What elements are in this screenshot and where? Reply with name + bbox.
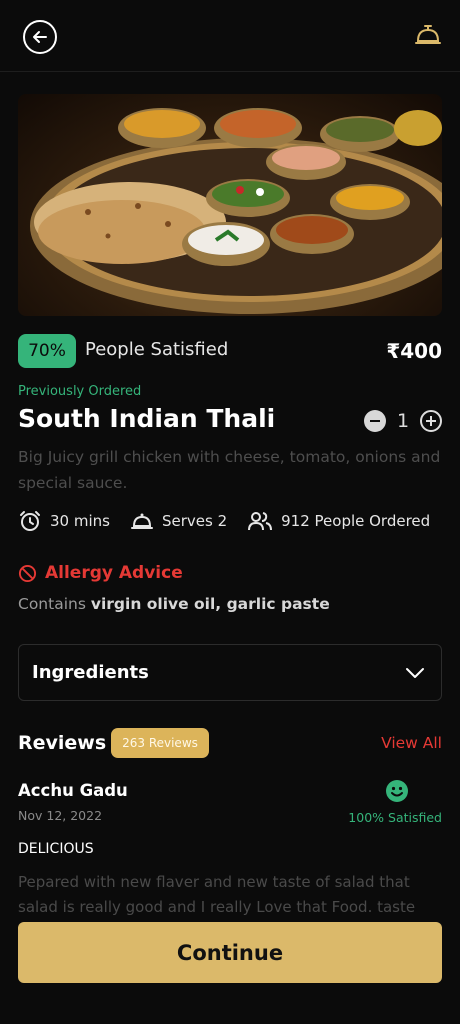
increase-quantity-button[interactable]	[420, 410, 442, 432]
reviewer-name: Acchu Gadu	[18, 781, 128, 800]
review-body: Pepared with new flaver and new taste of…	[18, 873, 416, 916]
continue-button[interactable]: Continue	[18, 922, 442, 983]
top-bar	[0, 0, 460, 72]
serves-label: Serves 2	[161, 512, 228, 530]
smiley-face-icon	[386, 780, 408, 802]
previously-ordered-label: Previously Ordered	[18, 384, 142, 399]
allergy-prefix: Contains	[18, 595, 91, 613]
reviews-title: Reviews	[18, 732, 107, 754]
allergy-items: virgin olive oil, garlic paste	[90, 595, 330, 613]
review-satisfied-label: 100% Satisfied	[348, 810, 442, 825]
quantity-value: 1	[396, 410, 410, 432]
prohibited-icon	[18, 564, 37, 582]
dish-price: ₹400	[386, 339, 442, 363]
quantity-stepper: 1	[364, 410, 442, 432]
prep-time-label: 30 mins	[50, 512, 110, 530]
minus-icon	[370, 420, 380, 422]
dish-photo	[18, 94, 442, 316]
review-headline: DELICIOUS	[18, 841, 94, 857]
dish-title: South Indian Thali	[18, 404, 276, 433]
prep-time: 30 mins	[18, 509, 110, 533]
ingredients-accordion[interactable]: Ingredients	[18, 644, 442, 701]
allergy-advice-heading: Allergy Advice	[18, 563, 183, 583]
people-ordered: 912 People Ordered	[247, 510, 430, 532]
allergy-title: Allergy Advice	[45, 563, 183, 583]
back-button[interactable]	[23, 20, 57, 54]
dish-meta-row: 30 mins Serves 2 912 People Ordered	[18, 508, 442, 534]
alarm-clock-icon	[20, 511, 40, 531]
service-bell-icon[interactable]	[414, 22, 442, 48]
arrow-left-icon	[33, 31, 47, 43]
cloche-icon	[130, 513, 153, 529]
serves: Serves 2	[130, 510, 227, 532]
decrease-quantity-button[interactable]	[364, 410, 386, 432]
satisfaction-percent-badge: 70%	[18, 334, 76, 368]
reviews-count-badge: 263 Reviews	[111, 728, 209, 758]
satisfaction-label: People Satisfied	[85, 339, 229, 360]
people-ordered-label: 912 People Ordered	[281, 512, 431, 530]
ingredients-label: Ingredients	[32, 662, 149, 683]
thali-illustration	[30, 108, 442, 314]
view-all-reviews-link[interactable]: View All	[381, 734, 442, 752]
people-icon	[248, 512, 273, 531]
allergy-details: Contains virgin olive oil, garlic paste	[18, 595, 330, 613]
review-date: Nov 12, 2022	[18, 808, 103, 823]
dish-description: Big Juicy grill chicken with cheese, tom…	[18, 448, 441, 492]
chevron-down-icon	[406, 668, 424, 678]
